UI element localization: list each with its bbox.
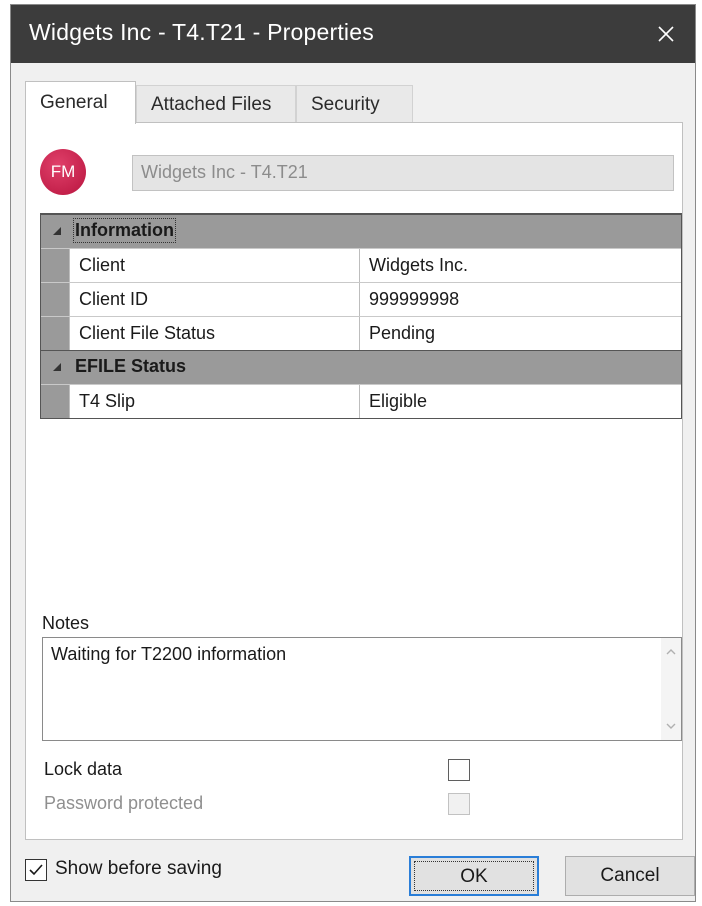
scroll-down-icon[interactable] [665,720,677,732]
close-icon [658,26,674,42]
scroll-up-icon[interactable] [665,646,677,658]
collapse-triangle-icon[interactable] [52,362,62,372]
notes-textarea[interactable]: Waiting for T2200 information [42,637,682,741]
window-title: Widgets Inc - T4.T21 - Properties [29,19,374,45]
row-gutter [41,385,69,418]
title-bar: Widgets Inc - T4.T21 - Properties [11,5,695,63]
property-name: Client [69,249,359,282]
property-value[interactable]: 999999998 [359,283,681,316]
lock-data-label: Lock data [44,759,123,779]
property-value[interactable]: Widgets Inc. [359,249,681,282]
property-row-client[interactable]: Client Widgets Inc. [41,248,681,282]
category-label: EFILE Status [75,356,187,376]
property-name: Client File Status [69,317,359,350]
cancel-button[interactable]: Cancel [565,856,695,896]
tab-general[interactable]: General [25,81,136,124]
tab-attached-files[interactable]: Attached Files [136,85,296,123]
notes-text: Waiting for T2200 information [51,644,287,664]
checkmark-icon [29,864,43,876]
property-value[interactable]: Eligible [359,385,681,418]
row-gutter [41,249,69,282]
file-name-field: Widgets Inc - T4.T21 [132,155,674,191]
property-row-client-id[interactable]: Client ID 999999998 [41,282,681,316]
close-button[interactable] [645,13,687,55]
ok-button[interactable]: OK [409,856,539,896]
show-before-saving-checkbox[interactable] [25,859,47,881]
row-gutter [41,283,69,316]
password-protected-checkbox[interactable] [448,793,470,815]
property-row-t4-slip[interactable]: T4 Slip Eligible [41,384,681,418]
property-value[interactable]: Pending [359,317,681,350]
category-efile-status[interactable]: EFILE Status [41,350,681,384]
avatar-initials: FM [50,162,76,181]
show-before-saving-label: Show before saving [55,858,222,879]
avatar: FM [40,149,86,195]
property-grid: Information Client Widgets Inc. Client I… [40,213,682,419]
focus-ring [414,861,534,891]
password-protected-label: Password protected [44,793,204,813]
general-tab-panel: FM Widgets Inc - T4.T21 Information Clie… [25,122,683,840]
property-name: T4 Slip [69,385,359,418]
properties-dialog: Widgets Inc - T4.T21 - Properties Genera… [10,4,696,902]
lock-data-checkbox[interactable] [448,759,470,781]
property-row-client-file-status[interactable]: Client File Status Pending [41,316,681,350]
notes-label: Notes [42,613,90,633]
collapse-triangle-icon[interactable] [52,226,62,236]
property-name: Client ID [69,283,359,316]
notes-scrollbar[interactable] [661,638,681,740]
category-information[interactable]: Information [41,214,681,248]
row-gutter [41,317,69,350]
tab-security[interactable]: Security [296,85,413,123]
category-label: Information [73,218,176,243]
